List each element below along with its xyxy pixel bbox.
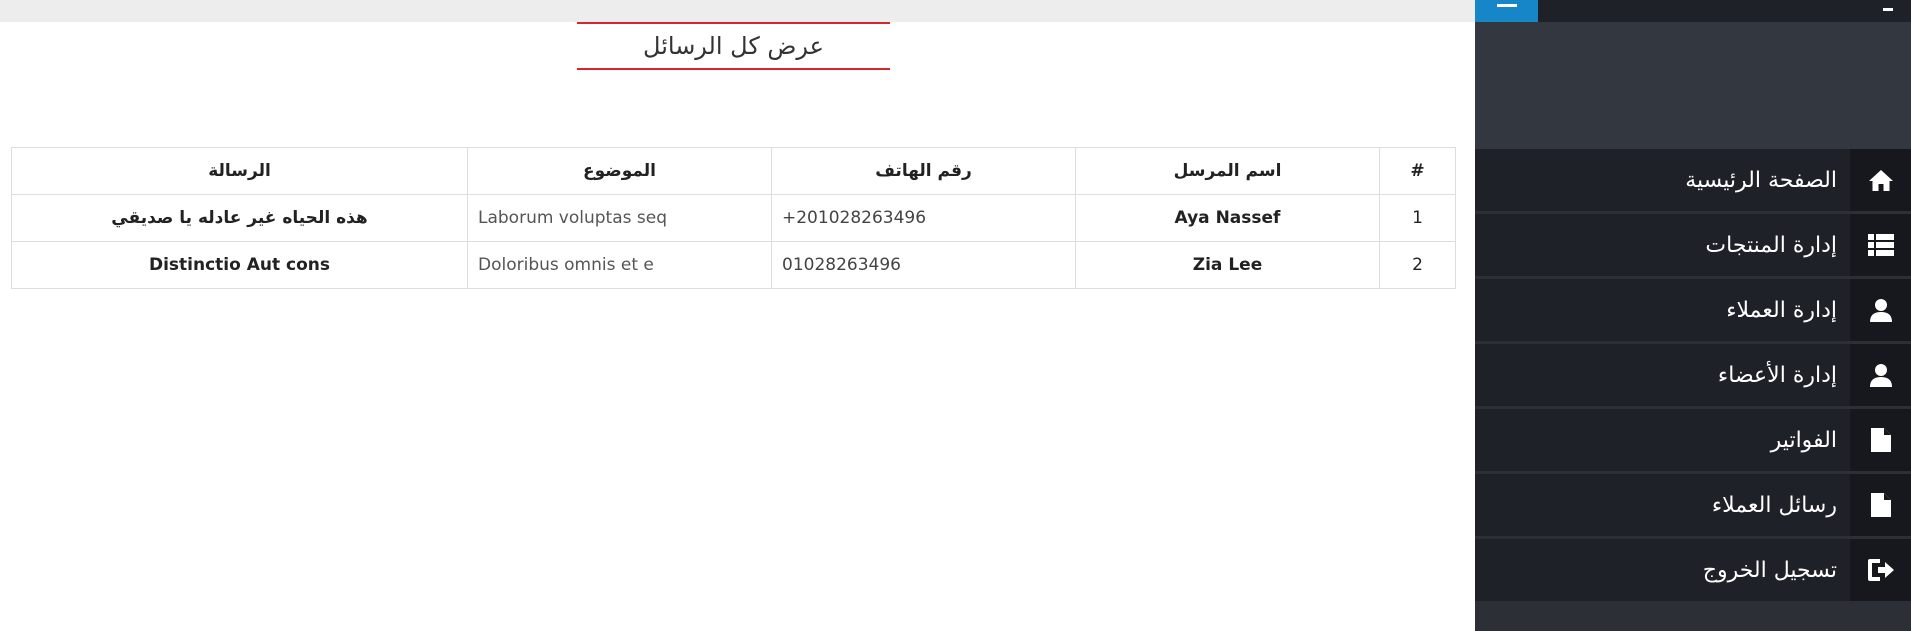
cell-sender-name: Aya Nassef xyxy=(1075,194,1380,242)
logout-icon xyxy=(1850,539,1911,601)
col-header-sender-name: اسم المرسل xyxy=(1075,147,1380,195)
sidebar-item-label: الصفحة الرئيسية xyxy=(1685,167,1837,193)
sidebar-item-label: إدارة العملاء xyxy=(1726,297,1837,323)
list-icon xyxy=(1850,214,1911,276)
main-content: عرض كل الرسائل # اسم المرسل رقم الهاتف ا… xyxy=(0,0,1475,631)
sidebar-item-logout[interactable]: تسجيل الخروج xyxy=(1475,539,1911,601)
home-icon xyxy=(1850,149,1911,211)
cell-sender-name: Zia Lee xyxy=(1075,241,1380,289)
sidebar-toggle-button[interactable] xyxy=(1475,0,1538,22)
brand-mark xyxy=(1883,0,1893,11)
cell-phone: 01028263496 xyxy=(771,241,1076,289)
cell-phone: +201028263496 xyxy=(771,194,1076,242)
sidebar-item-customers[interactable]: إدارة العملاء xyxy=(1475,279,1911,341)
sidebar-item-customer-messages[interactable]: رسائل العملاء xyxy=(1475,474,1911,536)
file-icon xyxy=(1850,409,1911,471)
col-header-subject: الموضوع xyxy=(467,147,772,195)
cell-message: هذه الحياه غير عادله يا صديقي xyxy=(11,194,468,242)
sidebar-header xyxy=(1475,0,1911,22)
cell-message: Distinctio Aut cons xyxy=(11,241,468,289)
cell-number: 1 xyxy=(1379,194,1456,242)
sidebar-item-label: تسجيل الخروج xyxy=(1702,557,1837,583)
sidebar-item-members[interactable]: إدارة الأعضاء xyxy=(1475,344,1911,406)
cell-subject: Doloribus omnis et e xyxy=(467,241,772,289)
messages-table: # اسم المرسل رقم الهاتف الموضوع الرسالة … xyxy=(11,147,1456,289)
table-row: 2 Zia Lee 01028263496 Doloribus omnis et… xyxy=(11,241,1456,289)
sidebar-item-label: رسائل العملاء xyxy=(1711,492,1837,518)
sidebar: الصفحة الرئيسية إدارة المنتجات إدارة الع… xyxy=(1475,0,1911,631)
table-header-row: # اسم المرسل رقم الهاتف الموضوع الرسالة xyxy=(11,147,1456,195)
cell-number: 2 xyxy=(1379,241,1456,289)
sidebar-item-home[interactable]: الصفحة الرئيسية xyxy=(1475,149,1911,211)
sidebar-item-label: الفواتير xyxy=(1770,427,1837,453)
table-row: 1 Aya Nassef +201028263496 Laborum volup… xyxy=(11,194,1456,242)
sidebar-menu: الصفحة الرئيسية إدارة المنتجات إدارة الع… xyxy=(1475,149,1911,604)
menu-icon xyxy=(1497,4,1517,7)
user-icon xyxy=(1850,279,1911,341)
sidebar-item-invoices[interactable]: الفواتير xyxy=(1475,409,1911,471)
col-header-phone: رقم الهاتف xyxy=(771,147,1076,195)
user-icon xyxy=(1850,344,1911,406)
sidebar-brand-area xyxy=(1475,22,1911,149)
sidebar-item-label: إدارة الأعضاء xyxy=(1717,362,1837,388)
sidebar-item-products[interactable]: إدارة المنتجات xyxy=(1475,214,1911,276)
cell-subject: Laborum voluptas seq xyxy=(467,194,772,242)
file-icon xyxy=(1850,474,1911,536)
col-header-message: الرسالة xyxy=(11,147,468,195)
col-header-number: # xyxy=(1379,147,1456,195)
page-title: عرض كل الرسائل xyxy=(577,22,890,70)
sidebar-item-label: إدارة المنتجات xyxy=(1705,232,1837,258)
